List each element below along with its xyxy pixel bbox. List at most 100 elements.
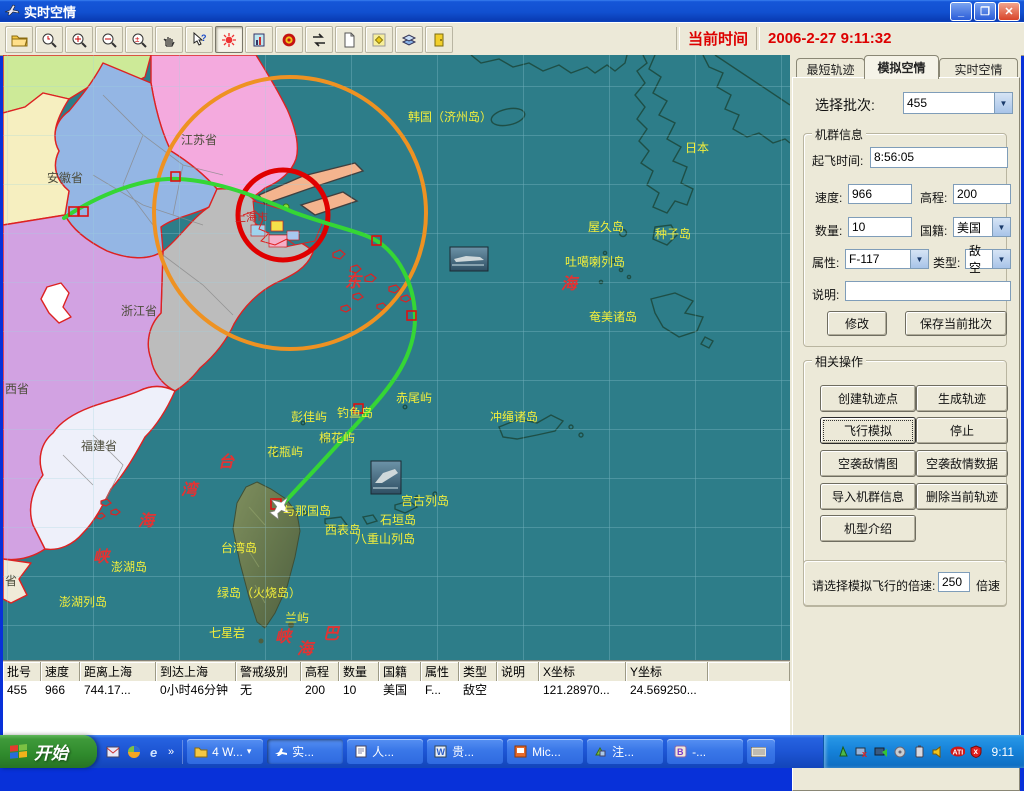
taskbar-item-explorer-group[interactable]: 4 W...▾: [187, 739, 263, 764]
table-cell: F...: [421, 681, 459, 698]
table-column-header[interactable]: 距离上海: [80, 662, 156, 681]
type-combobox[interactable]: 敌空▼: [965, 249, 1011, 269]
warship-thumbnail-1: [450, 247, 488, 271]
folder-group-icon: [193, 744, 208, 759]
create-waypoint-button[interactable]: 创建轨迹点: [820, 385, 916, 412]
attribute-combobox[interactable]: F-117▼: [845, 249, 929, 269]
airstrike-map-button[interactable]: 空袭敌情图: [820, 450, 916, 477]
map-place-label: 宫古列岛: [401, 493, 449, 508]
ati-icon[interactable]: ATI: [950, 744, 965, 759]
open-folder-icon[interactable]: [5, 26, 33, 53]
chevron-down-icon[interactable]: ▼: [994, 93, 1012, 113]
table-column-header[interactable]: 属性: [421, 662, 459, 681]
table-header[interactable]: 批号速度距离上海到达上海警戒级别高程数量国籍属性类型说明X坐标Y坐标: [3, 662, 790, 681]
mail-icon[interactable]: [105, 744, 120, 759]
taskbar-item-word[interactable]: W 贵...: [427, 739, 503, 764]
zoom-out-icon[interactable]: [95, 26, 123, 53]
start-button[interactable]: 开始: [0, 735, 97, 768]
ie-icon[interactable]: e: [147, 744, 162, 759]
airstrike-data-button[interactable]: 空袭敌情数据: [916, 450, 1008, 477]
generate-trajectory-button[interactable]: 生成轨迹: [916, 385, 1008, 412]
tab-shortest-trajectory[interactable]: 最短轨迹: [796, 58, 865, 79]
register-icon: [593, 744, 608, 759]
svg-text:e: e: [150, 745, 157, 759]
green-utility-icon[interactable]: [836, 744, 851, 759]
description-input[interactable]: [845, 281, 1011, 301]
delete-trajectory-button[interactable]: 删除当前轨迹: [916, 483, 1008, 510]
map-place-label: 赤尾屿: [396, 391, 432, 405]
table-row[interactable]: 455966744.17...0小时46分钟无20010美国F...敌空121.…: [3, 681, 790, 698]
zoom-history-icon[interactable]: [35, 26, 63, 53]
battery-icon[interactable]: [912, 744, 927, 759]
table-column-header[interactable]: Y坐标: [626, 662, 708, 681]
table-column-header[interactable]: 说明: [497, 662, 539, 681]
network-error-icon[interactable]: x: [855, 744, 870, 759]
stop-button[interactable]: 停止: [916, 417, 1008, 444]
batch-label: 选择批次:: [815, 95, 875, 115]
taskbar-item-b-app[interactable]: B -...: [667, 739, 743, 764]
taskbar-item-notepad[interactable]: 人...: [347, 739, 423, 764]
save-current-batch-button[interactable]: 保存当前批次: [905, 311, 1007, 336]
map-place-label: 七星岩: [209, 625, 245, 640]
volume-icon[interactable]: [931, 744, 946, 759]
modify-button[interactable]: 修改: [827, 311, 887, 336]
exit-icon[interactable]: [425, 26, 453, 53]
media-player-icon[interactable]: [126, 744, 141, 759]
nationality-label: 国籍:: [920, 222, 947, 239]
tab-simulated-air-situation[interactable]: 模拟空情: [864, 55, 939, 79]
aircraft-intro-button[interactable]: 机型介绍: [820, 515, 916, 542]
diamond-icon[interactable]: [365, 26, 393, 53]
sim-speed-input[interactable]: 250: [938, 572, 970, 592]
table-column-header[interactable]: 速度: [41, 662, 80, 681]
takeoff-time-input[interactable]: 8:56:05: [870, 147, 1008, 168]
taskbar: 开始 e » 4 W...▾ 实... 人... W 贵... Mic...: [0, 735, 1024, 768]
minimize-button[interactable]: _: [950, 2, 972, 21]
zoom-range-icon[interactable]: ±: [125, 26, 153, 53]
map-sea-label: 巴: [323, 626, 341, 643]
zoom-in-icon[interactable]: [65, 26, 93, 53]
input-method-keyboard-button[interactable]: [747, 739, 775, 764]
import-fleet-info-button[interactable]: 导入机群信息: [820, 483, 916, 510]
table-column-header[interactable]: 到达上海: [156, 662, 236, 681]
table-cell: 121.28970...: [539, 681, 626, 698]
tab-realtime-air-situation[interactable]: 实时空情: [939, 58, 1018, 79]
flight-simulation-button[interactable]: 飞行模拟: [820, 417, 916, 444]
table-column-header[interactable]: [708, 662, 790, 681]
taskbar-item-air-situation[interactable]: 实...: [267, 739, 343, 764]
taskbar-item-powerpoint[interactable]: Mic...: [507, 739, 583, 764]
table-column-header[interactable]: 批号: [3, 662, 41, 681]
table-column-header[interactable]: X坐标: [539, 662, 626, 681]
batch-combobox[interactable]: 455 ▼: [903, 92, 1013, 114]
cd-icon[interactable]: [893, 744, 908, 759]
table-column-header[interactable]: 类型: [459, 662, 497, 681]
overflow-chevron-icon[interactable]: »: [168, 746, 174, 758]
sun-icon[interactable]: [215, 26, 243, 53]
target-icon[interactable]: [275, 26, 303, 53]
map-place-label: 韩国（济州岛）: [408, 109, 492, 124]
table-column-header[interactable]: 国籍: [379, 662, 421, 681]
taskbar-item-register[interactable]: 注...: [587, 739, 663, 764]
speed-input[interactable]: 966: [848, 184, 912, 204]
count-input[interactable]: 10: [848, 217, 912, 237]
layers-icon[interactable]: [395, 26, 423, 53]
table-column-header[interactable]: 高程: [301, 662, 339, 681]
help-pointer-icon[interactable]: ?: [185, 26, 213, 53]
nationality-combobox[interactable]: 美国▼: [953, 217, 1011, 237]
table-column-header[interactable]: 数量: [339, 662, 379, 681]
display-play-icon[interactable]: [874, 744, 889, 759]
table-column-header[interactable]: 警戒级别: [236, 662, 301, 681]
chart-icon[interactable]: [245, 26, 273, 53]
window-title: 实时空情: [24, 2, 76, 21]
map-place-label: 吐噶喇列岛: [565, 254, 625, 269]
map-sea-label: 东: [345, 273, 363, 291]
restore-button[interactable]: ❐: [974, 2, 996, 21]
altitude-input[interactable]: 200: [953, 184, 1011, 204]
map-canvas[interactable]: 韩国（济州岛）日本屋久岛种子岛吐噶喇列岛奄美诸岛赤尾屿冲绳诸岛彭佳屿钓鱼岛棉花屿…: [3, 55, 791, 660]
close-button[interactable]: ✕: [998, 2, 1020, 21]
document-icon[interactable]: [335, 26, 363, 53]
swap-arrows-icon[interactable]: [305, 26, 333, 53]
pan-hand-icon[interactable]: [155, 26, 183, 53]
map-place-label: 钓鱼岛: [337, 405, 373, 420]
security-shield-icon[interactable]: x: [969, 744, 984, 759]
svg-text:W: W: [437, 747, 446, 757]
